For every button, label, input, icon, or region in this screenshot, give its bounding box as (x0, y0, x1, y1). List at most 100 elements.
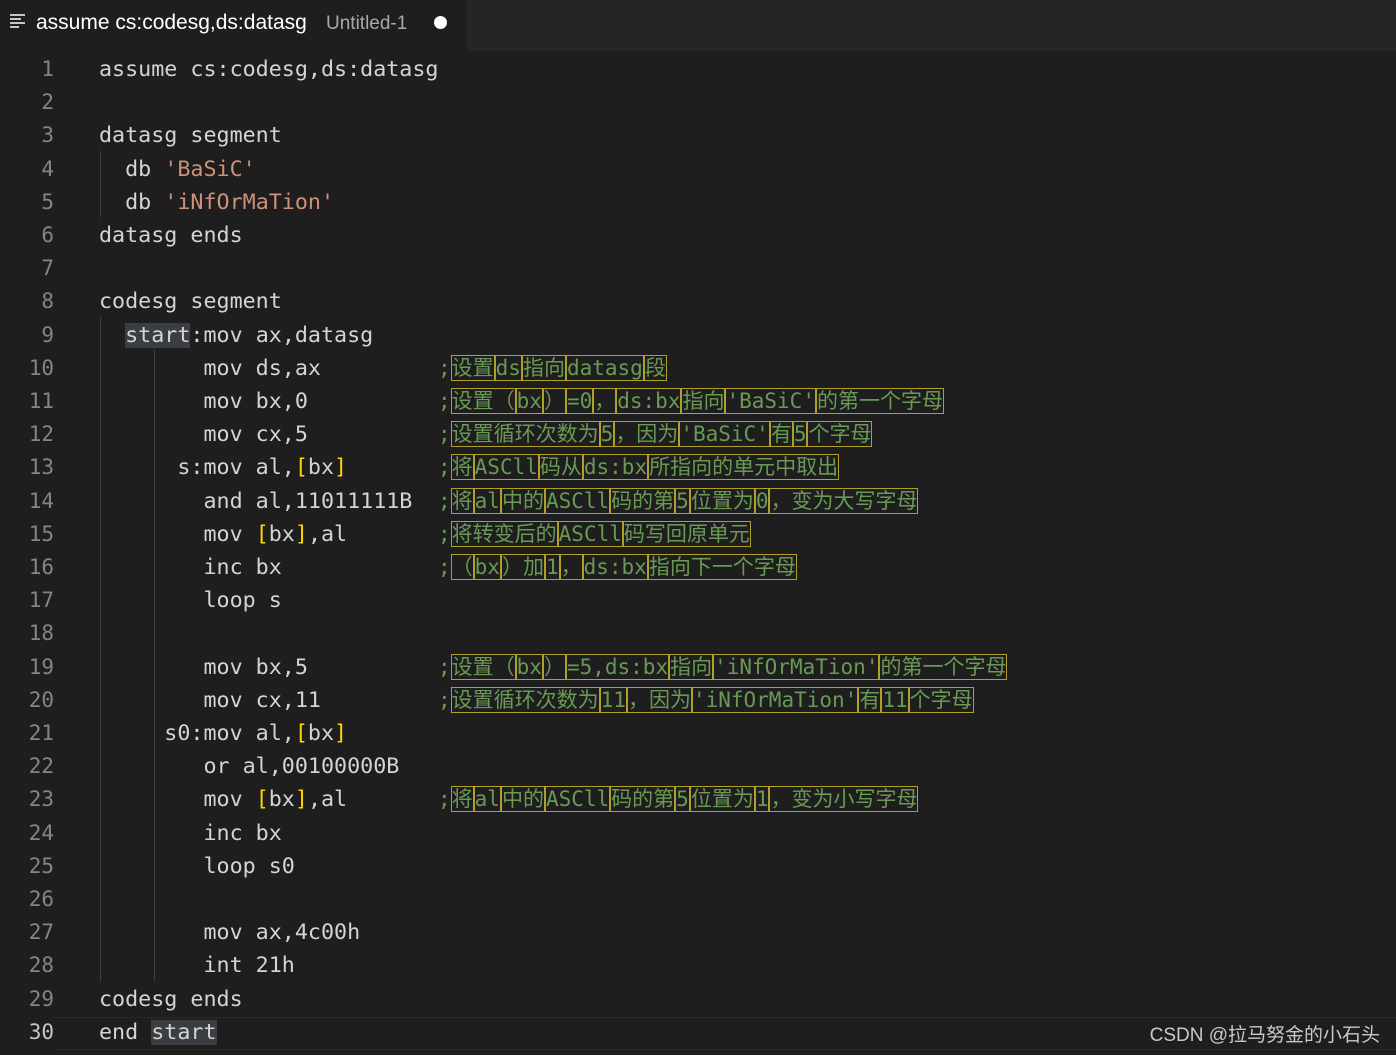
comment-segment: 指向 (669, 653, 714, 680)
comment-segment: ; (438, 355, 451, 380)
editor-line[interactable]: 14 and al,11011111B ;将al中的ASCll码的第5位置为0，变… (0, 485, 1396, 518)
editor-line[interactable]: 10 mov ds,ax ;设置ds指向datasg段 (0, 352, 1396, 385)
comment-segment: 个字母 (908, 686, 974, 713)
code-text: mov cx,5 (99, 422, 308, 448)
editor-line[interactable]: 12 mov cx,5 ;设置循环次数为5，因为'BaSiC'有5个字母 (0, 418, 1396, 451)
editor-line[interactable]: 27 mov ax,4c00h (0, 916, 1396, 949)
editor-tab[interactable]: assume cs:codesg,ds:datasg Untitled-1 (0, 0, 466, 51)
comment-segment: 的第一个字母 (815, 388, 944, 414)
line-number: 21 (28, 721, 54, 745)
comment-segment: 0 (754, 487, 770, 514)
comment-segment: 'BaSiC' (725, 388, 816, 414)
comment-segment: 位置为 (689, 786, 755, 813)
code-text: inc bx (99, 820, 282, 846)
comment-segment: ; (438, 555, 451, 579)
unsaved-dot-icon[interactable] (434, 16, 447, 29)
comment-segment: 'BaSiC' (679, 421, 770, 448)
editor-line[interactable]: 7 (0, 252, 1396, 285)
line-number: 22 (28, 754, 54, 779)
comment-segment: 中的 (500, 786, 545, 813)
code-text: mov bx,0 (99, 389, 308, 414)
comment-segment: 11 (881, 686, 909, 713)
line-number: 19 (28, 654, 54, 679)
editor-line[interactable]: 4 db 'BaSiC' (0, 153, 1396, 186)
comment-segment: ; (438, 389, 451, 413)
editor-line[interactable]: 28 int 21h (0, 949, 1396, 982)
editor-line[interactable]: 2 (0, 86, 1396, 119)
code-comment: ;将al中的ASCll码的第5位置为0，变为大写字母 (438, 486, 919, 516)
code-text: codesg ends (99, 986, 243, 1012)
editor-line[interactable]: 26 (0, 883, 1396, 916)
editor-line[interactable]: 11 mov bx,0 ;设置（bx）=0，ds:bx指向'BaSiC'的第一个字… (0, 385, 1396, 418)
comment-segment: （ (450, 554, 474, 580)
code-comment: ;设置（bx）=5,ds:bx指向'iNfOrMaTion'的第一个字母 (438, 652, 1008, 682)
editor-line[interactable]: 17 loop s (0, 584, 1396, 617)
editor-line[interactable]: 3 datasg segment (0, 119, 1396, 152)
comment-segment: ds:bx (582, 554, 648, 580)
code-text: datasg ends (99, 223, 243, 248)
comment-segment: 个字母 (807, 421, 873, 448)
editor-line[interactable]: 6 datasg ends (0, 219, 1396, 252)
editor-line[interactable]: 15 mov [bx],al ;将转变后的ASCll码写回原单元 (0, 518, 1396, 551)
line-number: 10 (28, 355, 54, 380)
comment-segment: 码的第 (610, 487, 676, 514)
comment-segment: 位置为 (689, 487, 755, 514)
comment-segment: ; (438, 521, 451, 546)
comment-segment: 码从 (538, 454, 583, 481)
code-text: or al,00100000B (99, 754, 400, 780)
code-text: mov [bx],al (99, 521, 348, 547)
line-number: 2 (41, 90, 54, 115)
comment-segment: ASCll (544, 786, 611, 813)
code-editor[interactable]: 1 assume cs:codesg,ds:datasg 2 3 datasg segm… (0, 51, 1396, 1055)
tab-title: assume cs:codesg,ds:datasg (36, 11, 307, 34)
line-number: 25 (28, 853, 54, 878)
code-comment: ;设置ds指向datasg段 (438, 353, 667, 383)
comment-segment: 将 (450, 454, 474, 481)
code-text: end start (99, 1019, 217, 1045)
editor-line[interactable]: 25 loop s0 (0, 850, 1396, 883)
editor-line[interactable]: 29 codesg ends (0, 983, 1396, 1016)
comment-segment: 设置（ (450, 653, 516, 680)
comment-segment: =5,ds:bx (565, 653, 670, 680)
comment-segment: al (473, 786, 501, 813)
code-text: mov ax,4c00h (99, 920, 361, 946)
comment-segment: ） (542, 388, 566, 414)
editor-line[interactable]: 19 mov bx,5 ;设置（bx）=5,ds:bx指向'iNfOrMaTion… (0, 651, 1396, 684)
comment-segment: 指向 (681, 388, 726, 414)
line-number: 4 (41, 156, 54, 181)
editor-line[interactable]: 23 mov [bx],al ;将al中的ASCll码的第5位置为1，变为小写字母 (0, 783, 1396, 816)
code-comment: ;将ASCll码从ds:bx所指向的单元中取出 (438, 452, 840, 482)
watermark: CSDN @拉马努金的小石头 (1149, 1025, 1380, 1046)
comment-segment: ds:bx (616, 388, 682, 414)
line-number: 24 (28, 820, 54, 845)
comment-segment: ; (438, 422, 451, 447)
code-text: assume cs:codesg,ds:datasg (99, 57, 439, 82)
editor-line[interactable]: 24 inc bx (0, 817, 1396, 850)
code-text: datasg segment (99, 123, 282, 149)
editor-line[interactable]: 18 (0, 617, 1396, 650)
comment-segment: al (473, 487, 501, 514)
editor-line[interactable]: 21 s0:mov al,[bx] (0, 717, 1396, 750)
comment-segment: ; (438, 787, 451, 812)
editor-line[interactable]: 13 s:mov al,[bx] ;将ASCll码从ds:bx所指向的单元中取出 (0, 451, 1396, 484)
comment-segment: ，因为 (614, 421, 680, 448)
code-comment: ;将转变后的ASCll码写回原单元 (438, 519, 751, 549)
editor-line[interactable]: 9 start:mov ax,datasg (0, 319, 1396, 352)
comment-segment: ，变为大写字母 (769, 487, 919, 514)
editor-line[interactable]: 8 codesg segment (0, 285, 1396, 318)
editor-line[interactable]: 1 assume cs:codesg,ds:datasg (0, 53, 1396, 86)
comment-segment: ） (542, 653, 566, 680)
comment-segment: ASCll (473, 454, 539, 481)
editor-line[interactable]: 5 db 'iNfOrMaTion' (0, 186, 1396, 219)
comment-segment: ASCll (557, 520, 623, 547)
editor-line[interactable]: 22 or al,00100000B (0, 750, 1396, 783)
code-text: mov ds,ax (99, 355, 321, 381)
editor-line[interactable]: 16 inc bx ;（bx）加1，ds:bx指向下一个字母 (0, 551, 1396, 584)
code-text: mov [bx],al (99, 787, 348, 813)
code-text: mov bx,5 (99, 654, 308, 680)
comment-segment: 1 (544, 554, 560, 580)
comment-segment: ， (593, 388, 617, 414)
tab-description: Untitled-1 (326, 13, 408, 34)
line-number: 3 (41, 123, 54, 148)
editor-line[interactable]: 20 mov cx,11 ;设置循环次数为11，因为'iNfOrMaTion'有1… (0, 684, 1396, 717)
